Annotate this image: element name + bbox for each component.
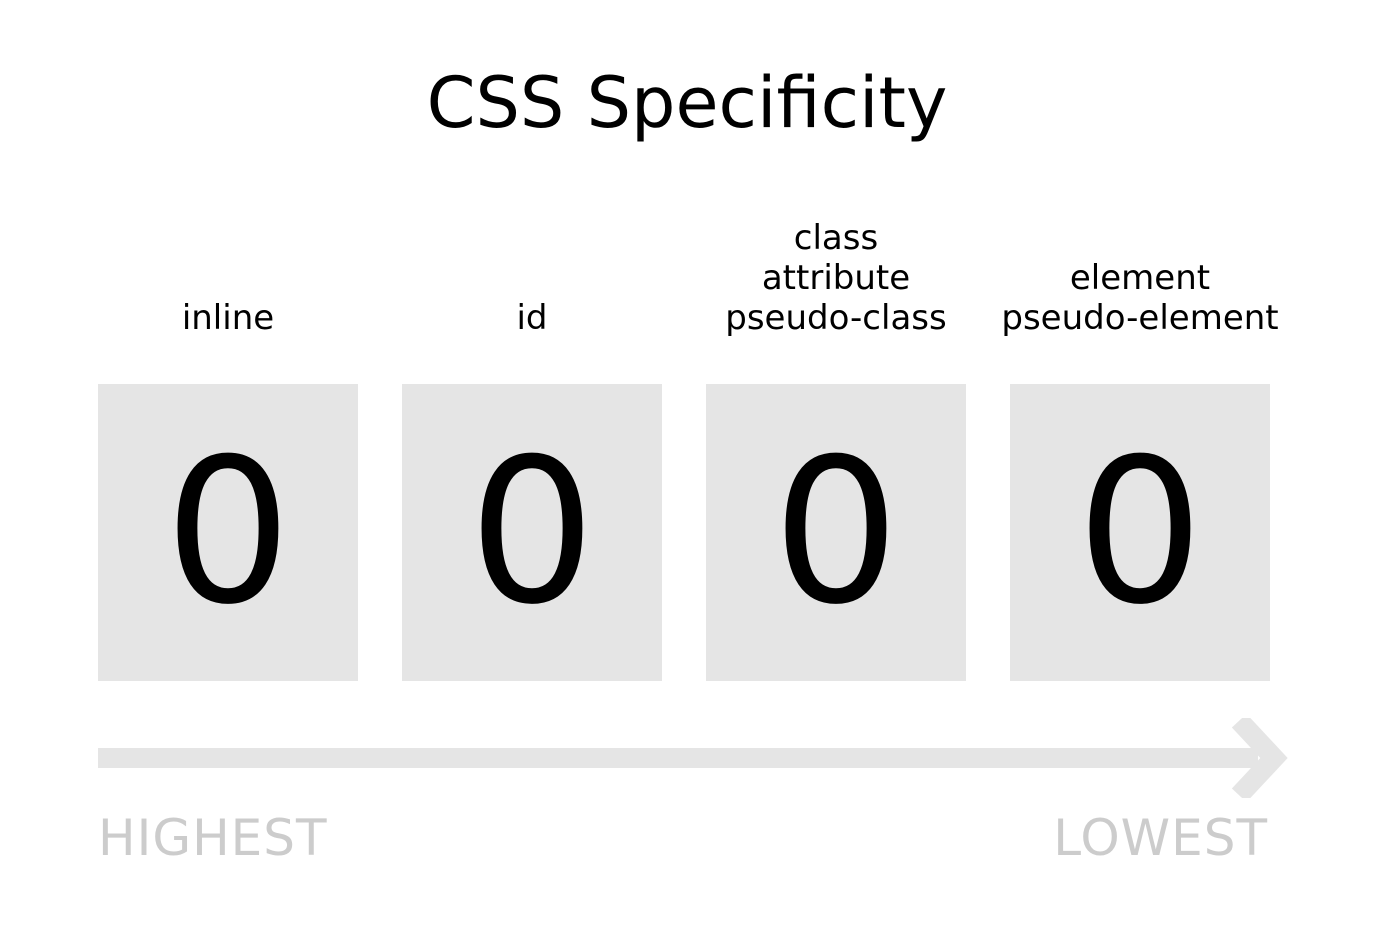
specificity-box-id: 0 [402,384,662,681]
page-title: CSS Specificity [426,62,948,144]
specificity-box-inline: 0 [98,384,358,681]
label-line: inline [181,298,275,338]
column-label-id: id [402,190,662,338]
specificity-digit: 0 [164,415,292,649]
label-line: attribute [761,258,911,298]
arrow-shaft [98,748,1258,768]
label-line: class [793,218,879,258]
specificity-box-class: 0 [706,384,966,681]
column-label-inline: inline [98,190,358,338]
scale-end-label: LOWEST [1053,809,1268,867]
specificity-box-element: 0 [1010,384,1270,681]
label-line: element [1069,258,1211,298]
column-label-element: element pseudo-element [1001,190,1278,338]
scale-start-label: HIGHEST [98,809,328,867]
label-line: pseudo-class [725,298,947,338]
column-label-class: class attribute pseudo-class [706,190,966,338]
label-line: pseudo-element [1001,298,1279,338]
specificity-digit: 0 [1076,415,1204,649]
specificity-digit: 0 [468,415,596,649]
specificity-digit: 0 [772,415,900,649]
right-arrow-icon [98,718,1288,798]
label-line: id [516,298,548,338]
